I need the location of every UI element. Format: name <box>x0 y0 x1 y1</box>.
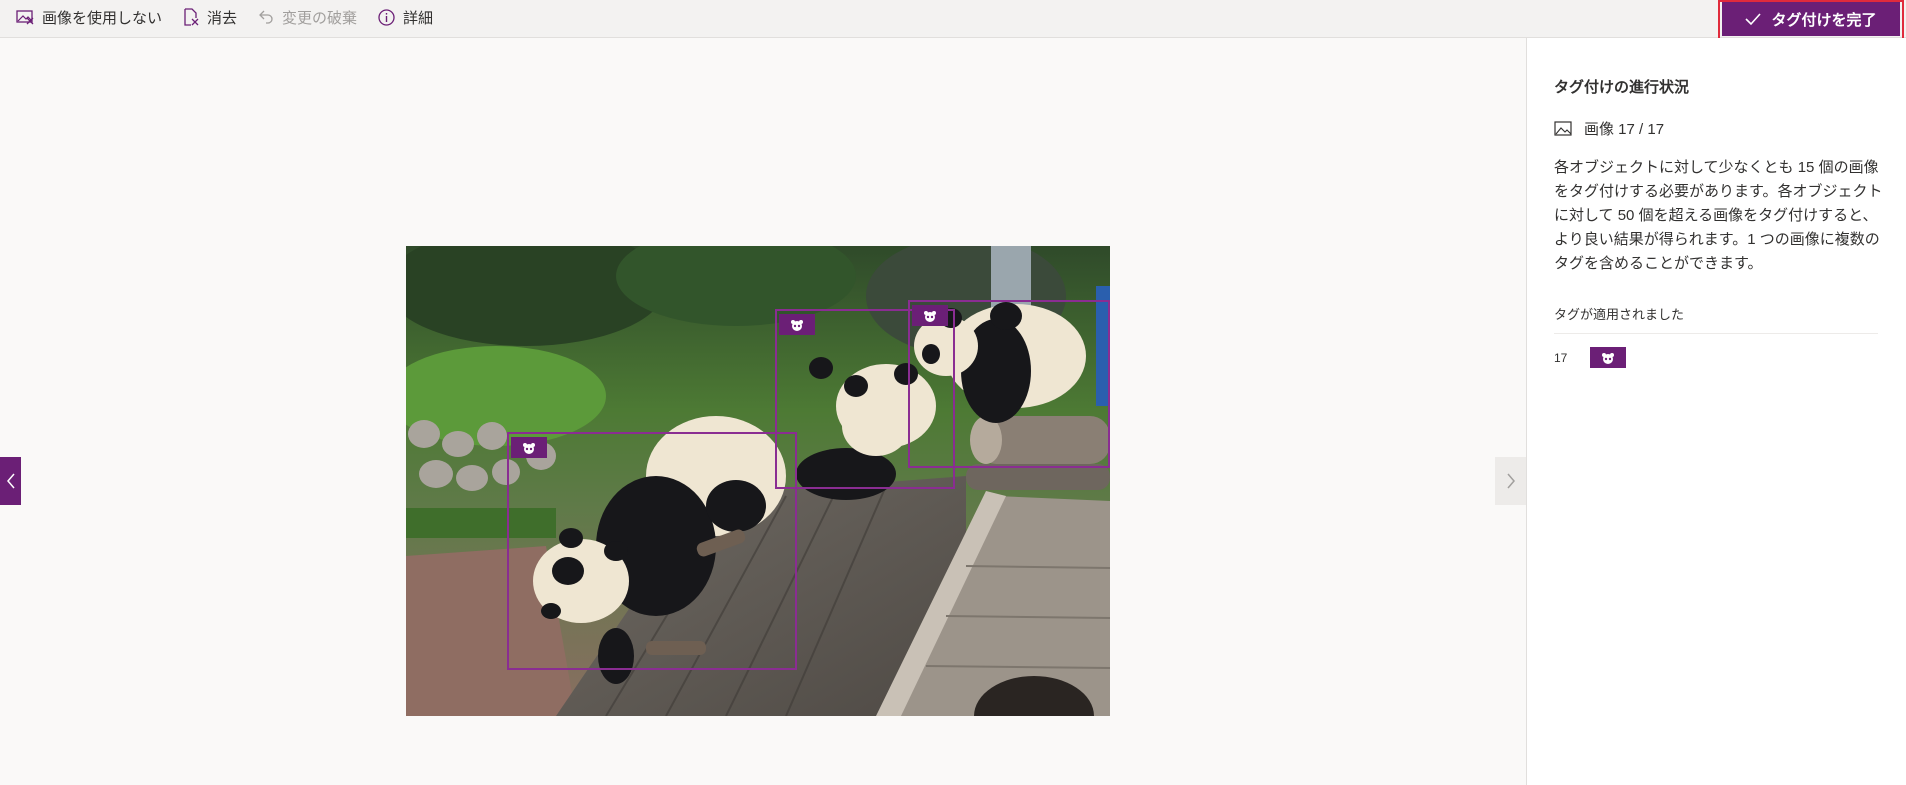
checkmark-icon <box>1745 13 1762 26</box>
applied-tag-row: 17 <box>1554 347 1626 368</box>
bbox-tag-2[interactable] <box>779 314 815 335</box>
finish-tagging-inner: タグ付けを完了 <box>1722 2 1900 36</box>
tag-count: 17 <box>1554 350 1568 365</box>
divider <box>1554 333 1878 334</box>
finish-tagging-label: タグ付けを完了 <box>1771 11 1877 29</box>
panel-title: タグ付けの進行状況 <box>1554 79 1690 96</box>
tag-chip-panda[interactable] <box>1590 347 1626 368</box>
clear-button[interactable]: 消去 <box>183 0 237 34</box>
chevron-right-icon <box>1506 473 1515 489</box>
bbox-tag-3[interactable] <box>912 305 948 326</box>
bbox-tag-1[interactable] <box>511 437 547 458</box>
image-off-icon <box>16 10 34 25</box>
image-canvas <box>0 38 1526 785</box>
mark-unusable-button[interactable]: 画像を使用しない <box>16 0 162 34</box>
panda-icon <box>523 442 535 454</box>
image-icon <box>1554 121 1572 136</box>
panda-photo[interactable] <box>406 246 1110 716</box>
info-icon <box>378 8 395 26</box>
discard-changes-button[interactable]: 変更の破棄 <box>258 0 357 34</box>
next-image-button[interactable] <box>1495 457 1526 505</box>
undo-icon <box>259 10 273 24</box>
bounding-box-1[interactable] <box>507 432 797 670</box>
panda-icon <box>1602 352 1614 364</box>
image-count: 画像 17 / 17 <box>1554 118 1664 139</box>
panda-icon <box>791 319 803 331</box>
clear-file-icon <box>184 8 199 26</box>
tagging-guidance-text: 各オブジェクトに対して少なくとも 15 個の画像をタグ付けする必要があります。各… <box>1554 159 1883 272</box>
applied-tags-heading: タグが適用されました <box>1554 307 1685 322</box>
panda-icon <box>924 310 936 322</box>
mark-unusable-label: 画像を使用しない <box>42 9 163 27</box>
discard-changes-label: 変更の破棄 <box>282 9 358 27</box>
tagging-progress-panel: タグ付けの進行状況 画像 17 / 17 各オブジェクトに対して少なくとも 15… <box>1526 38 1906 785</box>
clear-label: 消去 <box>207 9 238 27</box>
chevron-left-icon <box>6 473 15 489</box>
bounding-box-3[interactable] <box>908 300 1110 468</box>
details-label: 詳細 <box>403 9 434 27</box>
details-button[interactable]: 詳細 <box>378 0 433 34</box>
previous-image-button[interactable] <box>0 457 21 505</box>
image-count-label: 画像 17 / 17 <box>1584 121 1665 138</box>
command-bar: 画像を使用しない 消去 変更の破棄 詳細 タグ付けを完了 <box>0 0 1906 46</box>
